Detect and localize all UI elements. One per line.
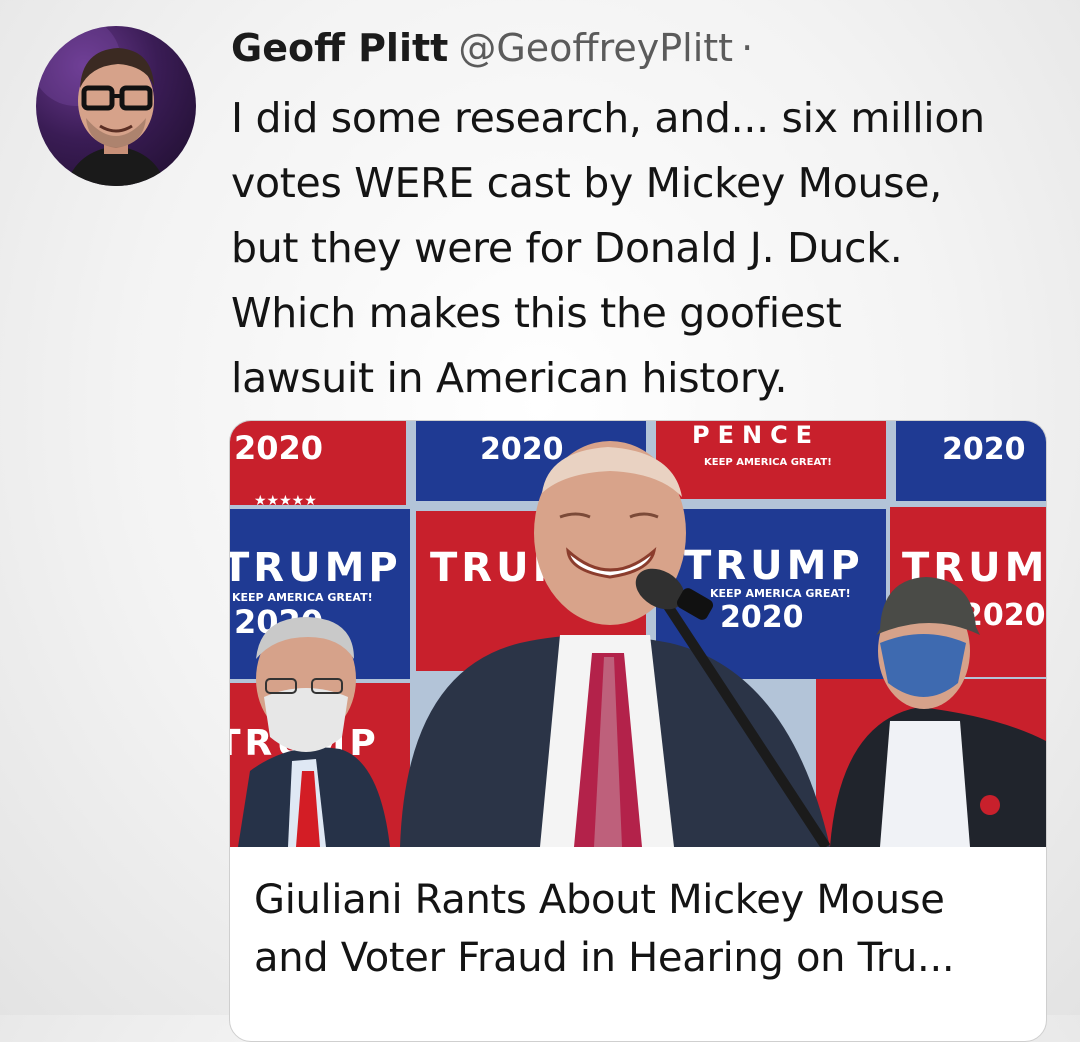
separator-dot: · (741, 26, 754, 70)
sign-slogan: KEEP AMERICA GREAT! (704, 457, 832, 468)
user-handle[interactable]: @GeoffreyPlitt (458, 26, 733, 70)
card-title-line: Giuliani Rants About Mickey Mouse (254, 877, 945, 923)
tweet-text-line: Which makes this the goofiest (231, 289, 842, 337)
tweet-text-line: lawsuit in American history. (231, 354, 788, 402)
display-name[interactable]: Geoff Plitt (231, 26, 448, 70)
card-title[interactable]: Giuliani Rants About Mickey Mouse and Vo… (254, 871, 1034, 987)
sign-year: 2020 (942, 432, 1026, 467)
tweet-text-line: but they were for Donald J. Duck. (231, 224, 903, 272)
sign-year: 2020 (234, 429, 323, 467)
press-conference-photo: 2020 2020 PENCE KEEP AMERICA GREAT! 2020… (230, 421, 1046, 847)
tweet-text: I did some research, and... six million … (231, 86, 1051, 411)
card-title-line: and Voter Fraud in Hearing on Tru... (254, 935, 955, 981)
link-preview-card[interactable]: 2020 2020 PENCE KEEP AMERICA GREAT! 2020… (229, 420, 1047, 1042)
avatar[interactable] (36, 26, 196, 186)
tweet-text-line: votes WERE cast by Mickey Mouse, (231, 159, 942, 207)
sign-year: 2020 (720, 600, 804, 635)
tweet-text-line: I did some research, and... six million (231, 94, 985, 142)
tweet-header: Geoff Plitt @GeoffreyPlitt · (231, 20, 753, 76)
sign-slogan: KEEP AMERICA GREAT! (710, 587, 851, 600)
sign-year: 2020 (480, 432, 564, 467)
card-image[interactable]: 2020 2020 PENCE KEEP AMERICA GREAT! 2020… (230, 421, 1046, 847)
sign-stars: ★★★★★ (254, 493, 317, 509)
avatar-portrait (36, 26, 166, 186)
sign-trump: TRUMP (230, 545, 402, 591)
tweet[interactable]: Geoff Plitt @GeoffreyPlitt · I did some re… (0, 0, 1080, 1042)
sign-trump: TRUMP (684, 543, 864, 589)
sign-pence: PENCE (692, 421, 820, 449)
